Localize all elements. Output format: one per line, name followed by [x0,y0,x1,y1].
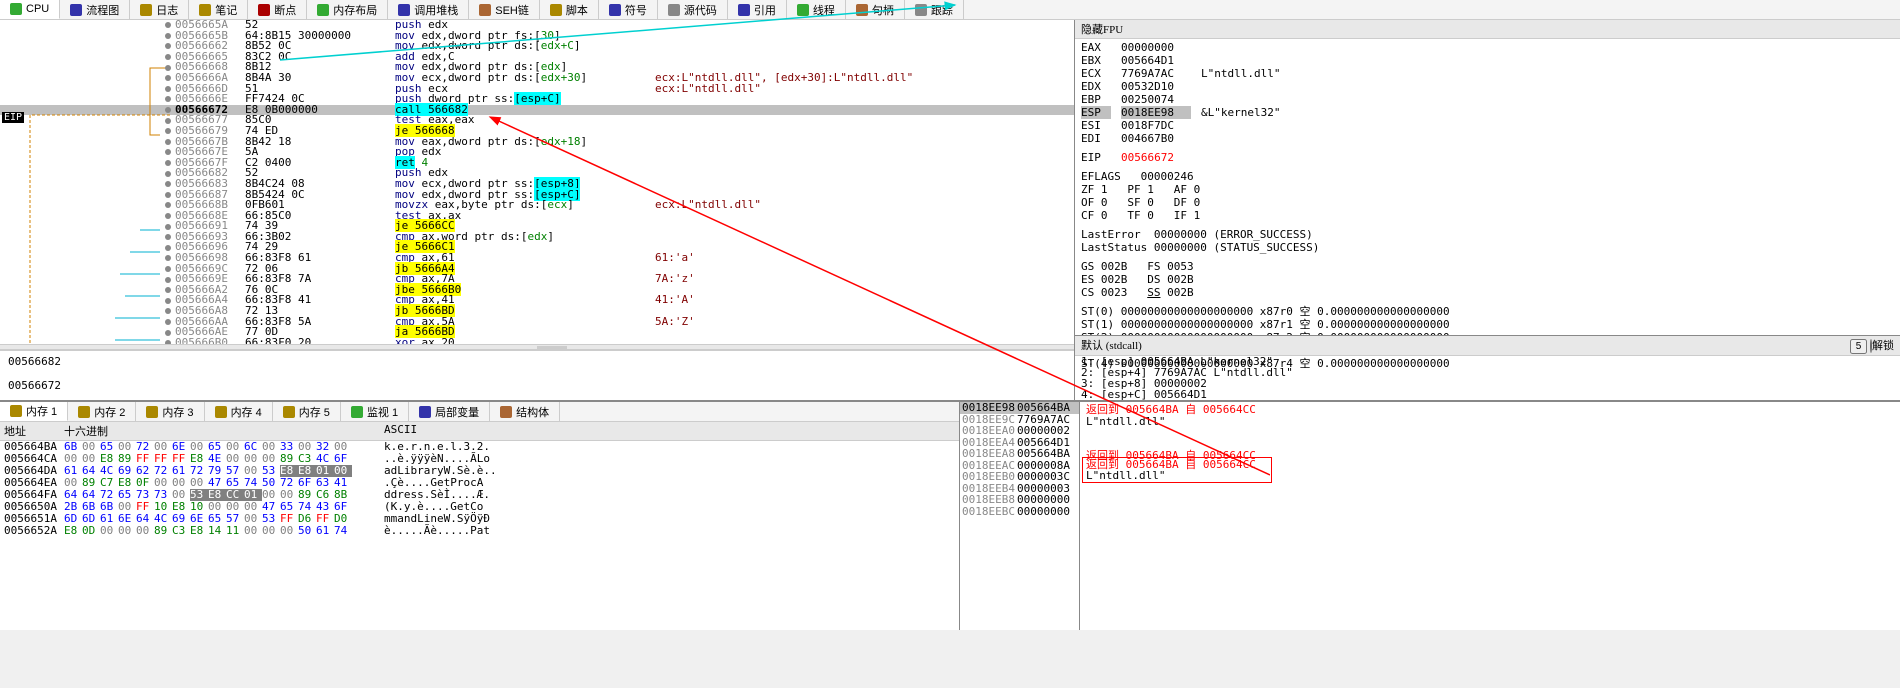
tab-9[interactable]: 符号 [599,0,658,19]
dump-row[interactable]: 0056652AE80D00000089C3E81411000000506174… [4,525,955,537]
dump-tab-2[interactable]: 内存 3 [136,402,204,421]
disasm-row[interactable]: 005666AE77 0Dja 5666BD [0,327,1074,338]
disasm-row[interactable]: 0056669866:83F8 61cmp ax,6161:'a' [0,253,1074,264]
comment-line: L"ntdll.dll" [1086,416,1894,428]
disasm-row[interactable]: 005666A466:83F8 41cmp ax,4141:'A' [0,295,1074,306]
disassembly-panel: EIP 0056665A52push edx0056665B64:8B15 30… [0,20,1075,400]
tab-7[interactable]: SEH链 [469,0,540,19]
disasm-row[interactable]: 00566672E8 0B000000call 566682 [0,105,1074,116]
disasm-row[interactable]: 0056669C72 06jb 5666A4 [0,264,1074,275]
info-bar: 00566682 00566672 [0,350,1074,400]
tab-5[interactable]: 内存布局 [307,0,388,19]
highlight-box: 返回到 005664BA 自 005664CC L"ntdll.dll" [1082,457,1272,483]
disasm-row[interactable]: 0056668B0FB601movzx eax,byte ptr ds:[ecx… [0,200,1074,211]
disasm-row[interactable]: 0056669674 29je 5666C1 [0,242,1074,253]
disasm-row[interactable]: 0056667E5Apop edx [0,147,1074,158]
splitter[interactable] [0,344,1074,350]
dump-tab-3[interactable]: 内存 4 [205,402,273,421]
stack-row[interactable]: 0018EEB800000000 [960,494,1079,506]
dump-tab-bar: 内存 1内存 2内存 3内存 4内存 5监视 1局部变量结构体 [0,402,959,422]
tab-2[interactable]: 日志 [130,0,189,19]
tab-3[interactable]: 笔记 [189,0,248,19]
stack-row[interactable]: 0018EEA000000002 [960,425,1079,437]
disasm-row[interactable]: 005666A276 0Cjbe 5666B0 [0,285,1074,296]
tab-11[interactable]: 引用 [728,0,787,19]
disasm-row[interactable]: 0056669366:3B02cmp ax,word ptr ds:[edx] [0,232,1074,243]
comment-line [1086,427,1894,439]
disasm-row[interactable]: 0056667B8B42 18mov eax,dword ptr ds:[edx… [0,137,1074,148]
stack-row[interactable]: 0018EEA8005664BA [960,448,1079,460]
disasm-row[interactable]: 005666AA66:83F8 5Acmp ax,5A5A:'Z' [0,317,1074,328]
main-tab-bar: CPU流程图日志笔记断点内存布局调用堆栈SEH链脚本符号源代码引用线程句柄跟踪 [0,0,1900,20]
tab-1[interactable]: 流程图 [60,0,130,19]
disasm-row[interactable]: 005666A872 13jb 5666BD [0,306,1074,317]
disasm-row[interactable]: 0056667785C0test eax,eax [0,115,1074,126]
dump-header: 地址 十六进制 ASCII [0,422,959,441]
tab-8[interactable]: 脚本 [540,0,599,19]
disasm-row[interactable]: 005666628B52 0Cmov edx,dword ptr ds:[edx… [0,41,1074,52]
stack-row[interactable]: 0018EE98005664BA [960,402,1079,414]
stack-row[interactable]: 0018EEBC00000000 [960,506,1079,518]
lock-icon[interactable] [1870,339,1872,353]
dump-view[interactable]: 005664BA6B00650072006E0065006C0033003200… [0,441,959,630]
tab-6[interactable]: 调用堆栈 [388,0,469,19]
dump-tab-5[interactable]: 监视 1 [341,402,409,421]
dump-panel: 内存 1内存 2内存 3内存 4内存 5监视 1局部变量结构体 地址 十六进制 … [0,402,960,630]
tab-12[interactable]: 线程 [787,0,846,19]
dump-tab-6[interactable]: 局部变量 [409,402,490,421]
stackcall-count[interactable]: 5 [1850,339,1868,354]
tab-4[interactable]: 断点 [248,0,307,19]
registers-panel: 隐藏FPU EAX00000000EBX005664D1ECX7769A7ACL… [1075,20,1900,400]
dump-tab-7[interactable]: 结构体 [490,402,560,421]
stack-comment-view[interactable]: 返回到 005664BA 自 005664CC L"ntdll.dll" 返回到… [1080,402,1900,630]
dump-tab-0[interactable]: 内存 1 [0,402,68,421]
comment-line: 返回到 005664BA 自 005664CC [1086,404,1894,416]
disasm-row[interactable]: 0056667FC2 0400ret 4 [0,158,1074,169]
tab-10[interactable]: 源代码 [658,0,728,19]
tab-0[interactable]: CPU [0,0,60,19]
dump-tab-4[interactable]: 内存 5 [273,402,341,421]
tab-13[interactable]: 句柄 [846,0,905,19]
stackcall-header: 默认 (stdcall) [1081,337,1142,354]
disasm-row[interactable]: 0056666EFF7424 0Cpush dword ptr ss:[esp+… [0,94,1074,105]
dump-tab-1[interactable]: 内存 2 [68,402,136,421]
disasm-row[interactable]: 0056666A8B4A 30mov ecx,dword ptr ds:[edx… [0,73,1074,84]
stack-view[interactable]: 0018EE98005664BA0018EE9C7769A7AC0018EEA0… [960,402,1080,630]
stackcall-view[interactable]: 1: [esp] 005664BA L"kernel32"2: [esp+4] … [1075,356,1900,400]
eip-indicator: EIP [2,112,24,123]
disassembly-view[interactable]: 0056665A52push edx0056665B64:8B15 300000… [0,20,1074,344]
disasm-row[interactable]: 0056669E66:83F8 7Acmp ax,7A7A:'z' [0,274,1074,285]
tab-14[interactable]: 跟踪 [905,0,964,19]
registers-header[interactable]: 隐藏FPU [1075,20,1900,39]
disasm-row[interactable]: 0056668E66:85C0test ax,ax [0,211,1074,222]
stack-row[interactable]: 0018EEB00000003C [960,471,1079,483]
